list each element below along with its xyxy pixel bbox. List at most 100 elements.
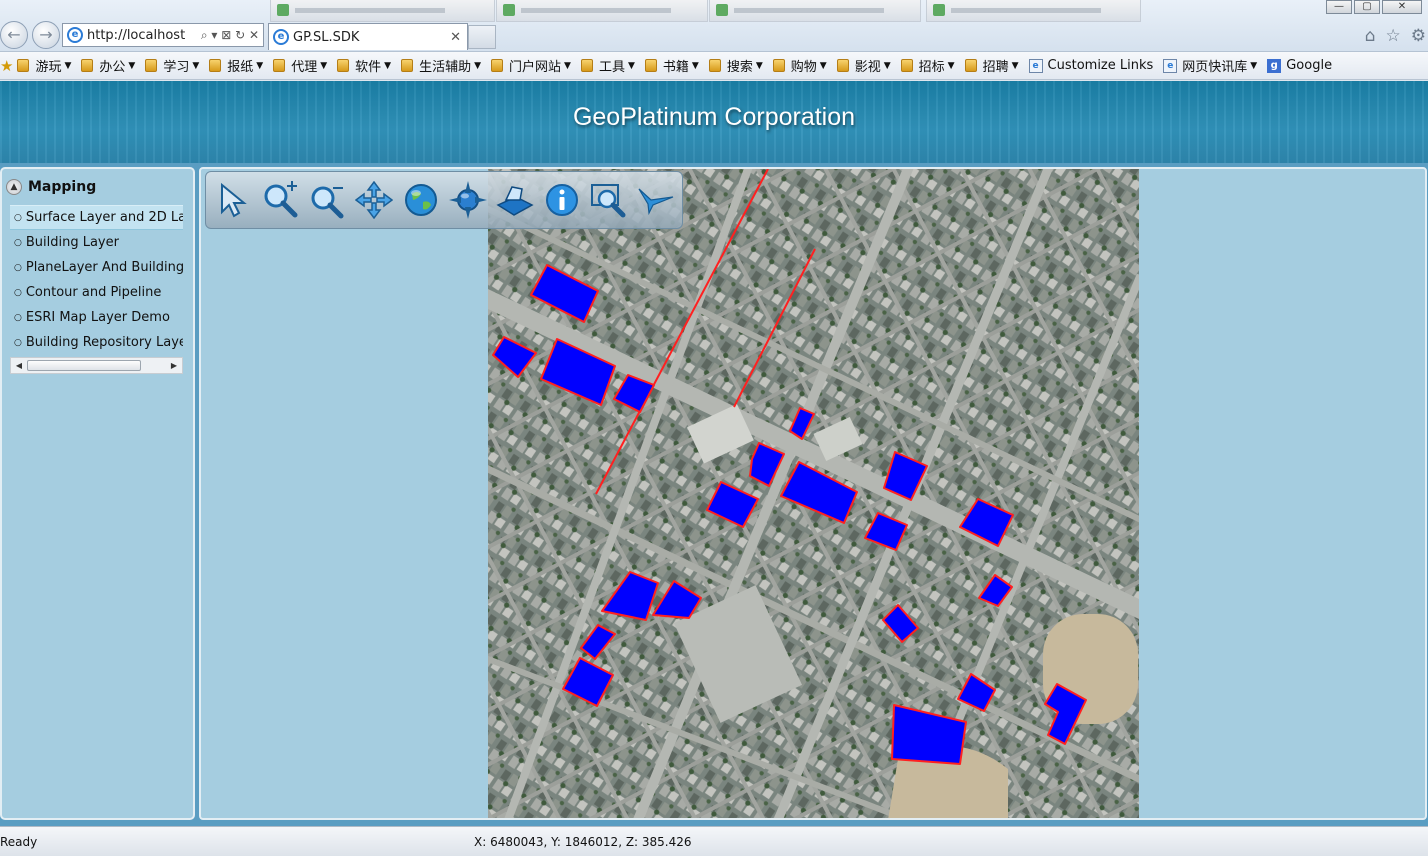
- chevron-down-icon[interactable]: ▼: [64, 61, 71, 71]
- close-window-button[interactable]: ✕: [1382, 0, 1422, 14]
- chevron-down-icon[interactable]: ▼: [1250, 61, 1257, 71]
- gear-icon[interactable]: ⚙: [1411, 26, 1426, 46]
- folder-icon: [964, 59, 977, 72]
- favorites-item[interactable]: 招聘 ▼: [964, 56, 1019, 75]
- app-header: GeoPlatinum Corporation: [0, 81, 1428, 163]
- favorites-item[interactable]: 代理 ▼: [273, 56, 327, 75]
- folder-icon: [401, 59, 414, 72]
- zoom-in-tool[interactable]: [259, 179, 301, 221]
- favorites-item[interactable]: g Google: [1267, 58, 1332, 73]
- chevron-down-icon[interactable]: ▼: [256, 61, 263, 71]
- chevron-down-icon[interactable]: ▼: [692, 61, 699, 71]
- folder-icon: [491, 59, 504, 72]
- favorites-item[interactable]: e Customize Links: [1028, 58, 1154, 73]
- demo-list-item-label: Contour and Pipeline: [25, 285, 162, 300]
- navigate-compass-icon: [449, 181, 487, 219]
- demo-list-item[interactable]: ○ PlaneLayer And Building: [10, 255, 183, 280]
- forward-arrow-icon: →: [39, 25, 53, 44]
- close-tab-icon[interactable]: ✕: [450, 30, 461, 45]
- address-controls[interactable]: ⌕ ▾ ⊠ ↻ ✕: [201, 28, 259, 43]
- navigate-tool[interactable]: [447, 179, 489, 221]
- favorites-item[interactable]: e 网页快讯库 ▼: [1163, 56, 1257, 75]
- folder-icon: [580, 59, 593, 72]
- favorites-item[interactable]: 报纸 ▼: [209, 56, 263, 75]
- background-tab[interactable]: [926, 0, 1141, 22]
- map-view[interactable]: [488, 169, 1139, 820]
- info-tool[interactable]: [541, 179, 583, 221]
- demo-list-item[interactable]: ○Surface Layer and 2D Layer: [10, 205, 183, 230]
- select-tool[interactable]: [212, 179, 254, 221]
- favorites-item[interactable]: 生活辅助 ▼: [401, 56, 481, 75]
- favorites-item-label: 办公: [99, 60, 126, 75]
- address-bar[interactable]: e http://localhost ⌕ ▾ ⊠ ↻ ✕: [62, 23, 264, 47]
- favorites-bar: ★ 游玩 ▼ 办公 ▼ 学习 ▼ 报纸 ▼ 代理 ▼ 软件 ▼ 生活辅助 ▼ 门户网站 ▼ 工具 ▼ 书籍 ▼ 搜索 ▼ 购…: [0, 52, 1428, 80]
- favorites-item[interactable]: 招标 ▼: [900, 56, 955, 75]
- chevron-down-icon[interactable]: ▼: [320, 61, 327, 71]
- background-tab[interactable]: [709, 0, 921, 22]
- favorites-item[interactable]: 影视 ▼: [836, 56, 891, 75]
- zoom-box-tool[interactable]: [588, 179, 630, 221]
- demo-list-item-label: Surface Layer and 2D Layer: [25, 210, 183, 225]
- background-tab[interactable]: [496, 0, 708, 22]
- collapse-up-icon[interactable]: ▲: [6, 179, 22, 195]
- zoom-out-tool[interactable]: [306, 179, 348, 221]
- scroll-thumb[interactable]: [27, 360, 141, 371]
- favorites-item[interactable]: 办公 ▼: [81, 56, 135, 75]
- favorites-item-label: 游玩: [35, 60, 62, 75]
- panel-header[interactable]: ▲ Mapping: [6, 179, 96, 195]
- chevron-down-icon[interactable]: ▼: [756, 61, 763, 71]
- globe-tool[interactable]: [400, 179, 442, 221]
- favorites-item-label: 招标: [918, 60, 945, 75]
- layer-tool[interactable]: [494, 179, 536, 221]
- maximize-button[interactable]: ▢: [1354, 0, 1380, 14]
- chevron-down-icon[interactable]: ▼: [564, 61, 571, 71]
- favorites-item[interactable]: 学习 ▼: [145, 56, 199, 75]
- home-icon[interactable]: ⌂: [1365, 26, 1376, 46]
- favorites-item-label: 搜索: [726, 60, 753, 75]
- chevron-down-icon[interactable]: ▼: [1012, 61, 1019, 71]
- demo-list-item[interactable]: ○ ESRI Map Layer Demo: [10, 305, 183, 330]
- demo-list-item[interactable]: ○ Building Repository Layer: [10, 330, 183, 355]
- fly-icon: [638, 188, 674, 215]
- new-tab-button[interactable]: [468, 25, 496, 49]
- favorites-item[interactable]: 搜索 ▼: [708, 56, 763, 75]
- chevron-down-icon[interactable]: ▼: [884, 61, 891, 71]
- favorites-item[interactable]: 书籍 ▼: [644, 56, 699, 75]
- chevron-down-icon[interactable]: ▼: [128, 61, 135, 71]
- address-text[interactable]: http://localhost: [87, 28, 201, 43]
- pan-tool[interactable]: [353, 179, 395, 221]
- chevron-down-icon[interactable]: ▼: [474, 61, 481, 71]
- horizontal-scrollbar[interactable]: ◀ ▶: [10, 357, 183, 374]
- favorites-item-label: 书籍: [662, 60, 689, 75]
- favorites-item[interactable]: 游玩 ▼: [17, 56, 71, 75]
- demo-list-item[interactable]: ○ Contour and Pipeline: [10, 280, 183, 305]
- forward-button[interactable]: →: [32, 21, 60, 49]
- background-tab[interactable]: [270, 0, 495, 22]
- demo-list-item-label: ESRI Map Layer Demo: [25, 310, 170, 325]
- aerial-map[interactable]: [488, 169, 1139, 820]
- chevron-down-icon[interactable]: ▼: [384, 61, 391, 71]
- star-icon[interactable]: ☆: [1386, 26, 1401, 46]
- status-ready-text: Ready: [0, 835, 38, 849]
- active-tab[interactable]: e GP.SL.SDK ✕: [268, 23, 468, 50]
- minimize-button[interactable]: —: [1326, 0, 1352, 14]
- favorites-item[interactable]: 软件 ▼: [337, 56, 391, 75]
- favorites-item[interactable]: 购物 ▼: [772, 56, 827, 75]
- favorites-item[interactable]: 门户网站 ▼: [491, 56, 571, 75]
- chevron-down-icon[interactable]: ▼: [948, 61, 955, 71]
- status-bar: Ready X: 6480043, Y: 1846012, Z: 385.426: [0, 826, 1428, 856]
- favorites-star-icon[interactable]: ★: [0, 57, 13, 75]
- back-button[interactable]: ←: [0, 21, 28, 49]
- demo-list-item[interactable]: ○ Building Layer: [10, 230, 183, 255]
- chevron-down-icon[interactable]: ▼: [628, 61, 635, 71]
- favorites-item-label: Customize Links: [1047, 58, 1154, 73]
- scroll-left-icon[interactable]: ◀: [12, 359, 26, 372]
- favorites-item[interactable]: 工具 ▼: [580, 56, 635, 75]
- map-toolbar: [205, 171, 683, 229]
- scroll-right-icon[interactable]: ▶: [167, 359, 181, 372]
- chevron-down-icon[interactable]: ▼: [192, 61, 199, 71]
- chevron-down-icon[interactable]: ▼: [820, 61, 827, 71]
- zoom-in-icon: [264, 181, 298, 218]
- fly-tool[interactable]: [635, 179, 677, 221]
- app-body: ▲ Mapping ○Surface Layer and 2D Layer○Bu…: [0, 163, 1428, 826]
